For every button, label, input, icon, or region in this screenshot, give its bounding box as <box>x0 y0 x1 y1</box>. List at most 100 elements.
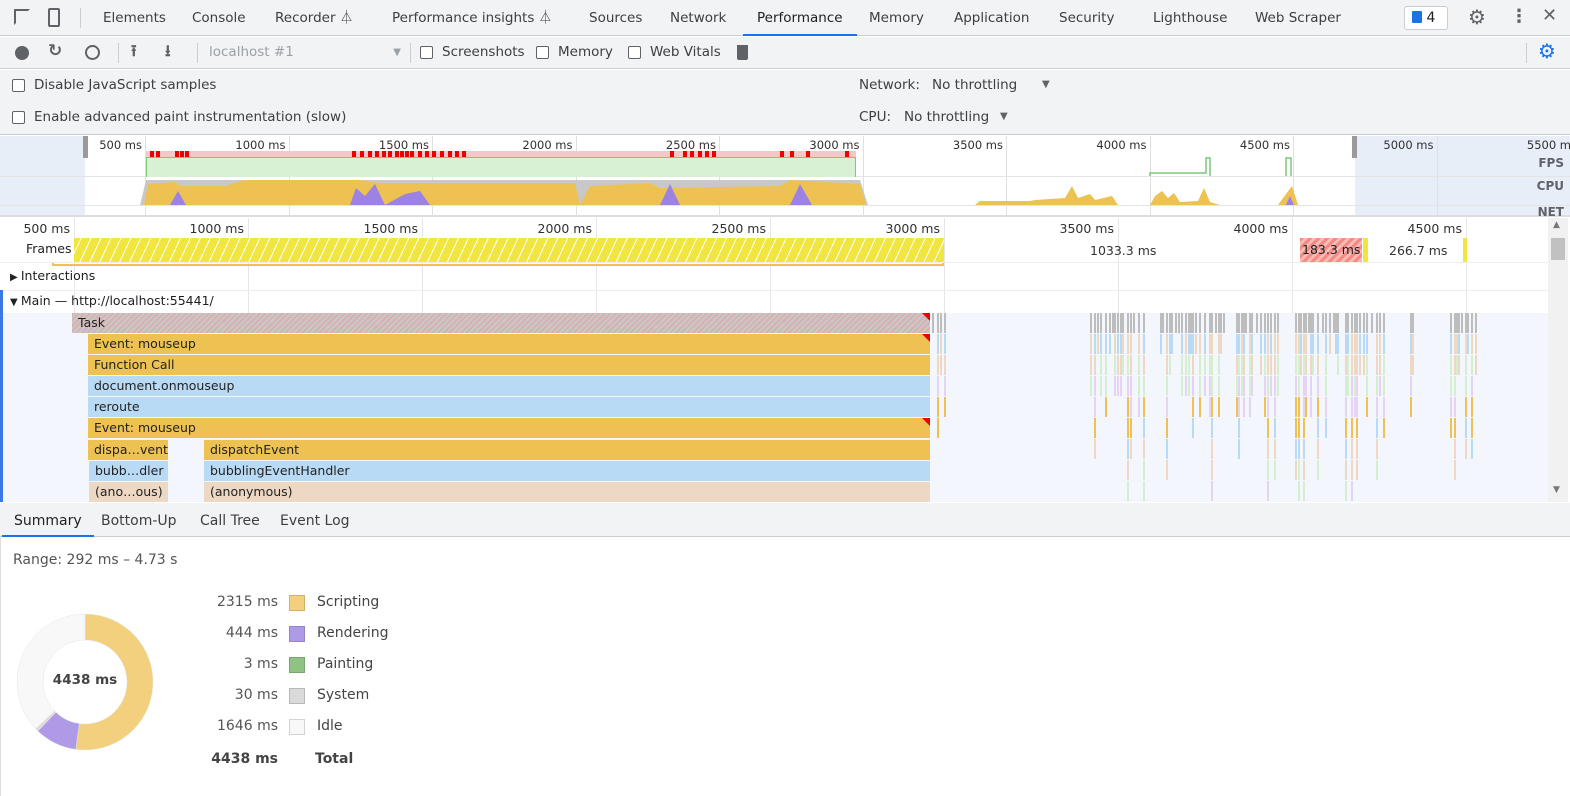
short-task-slice[interactable] <box>940 355 942 375</box>
short-task-slice[interactable] <box>1317 460 1319 480</box>
tab-application[interactable]: Application <box>954 0 1029 36</box>
short-task-slice[interactable] <box>1458 334 1460 354</box>
short-task-slice[interactable] <box>1223 313 1225 333</box>
short-task-slice[interactable] <box>1090 376 1092 396</box>
short-task-slice[interactable] <box>1185 376 1187 396</box>
short-task-slice[interactable] <box>937 397 939 417</box>
tab-recorder[interactable]: Recorder ⏃ <box>275 0 353 36</box>
tab-security[interactable]: Security <box>1059 0 1114 36</box>
short-task-slice[interactable] <box>1127 334 1129 354</box>
short-task-slice[interactable] <box>1245 313 1247 333</box>
short-task-slice[interactable] <box>1298 481 1300 501</box>
short-task-slice[interactable] <box>1090 313 1092 333</box>
short-task-slice[interactable] <box>1270 376 1272 396</box>
short-task-slice[interactable] <box>1143 460 1145 480</box>
short-task-slice[interactable] <box>1310 397 1312 417</box>
flame-chart-scrollbar[interactable]: ▲ ▼ <box>1548 218 1568 502</box>
short-task-slice[interactable] <box>1450 418 1452 438</box>
short-task-slice[interactable] <box>1090 355 1092 375</box>
short-task-slice[interactable] <box>1351 418 1353 438</box>
short-task-slice[interactable] <box>1195 334 1197 354</box>
short-task-slice[interactable] <box>1192 355 1194 375</box>
short-task-slice[interactable] <box>1298 418 1300 438</box>
short-task-slice[interactable] <box>1295 334 1297 354</box>
short-task-slice[interactable] <box>1450 355 1452 375</box>
short-task-slice[interactable] <box>1305 376 1307 396</box>
tab-call-tree[interactable]: Call Tree <box>200 503 260 537</box>
short-task-slice[interactable] <box>1127 439 1129 459</box>
short-task-slice[interactable] <box>1351 313 1353 333</box>
memory-checkbox[interactable] <box>536 46 549 59</box>
short-task-slice[interactable] <box>1097 334 1099 354</box>
short-task-slice[interactable] <box>1458 313 1460 333</box>
short-task-slice[interactable] <box>1363 355 1365 375</box>
short-task-slice[interactable] <box>1383 397 1385 417</box>
short-task-slice[interactable] <box>1274 439 1276 459</box>
short-task-slice[interactable] <box>1303 439 1305 459</box>
short-task-slice[interactable] <box>1160 334 1162 354</box>
short-task-slice[interactable] <box>1303 481 1305 501</box>
interactions-track-header[interactable]: ▶ Interactions <box>10 268 95 283</box>
short-task-slice[interactable] <box>1322 313 1324 333</box>
short-task-slice[interactable] <box>1450 376 1452 396</box>
tab-event-log[interactable]: Event Log <box>280 503 350 537</box>
short-task-slice[interactable] <box>1471 334 1473 354</box>
short-task-slice[interactable] <box>1127 460 1129 480</box>
short-task-slice[interactable] <box>1366 376 1368 396</box>
short-task-slice[interactable] <box>944 313 946 333</box>
short-task-slice[interactable] <box>1094 439 1096 459</box>
short-task-slice[interactable] <box>1471 355 1473 375</box>
short-task-slice[interactable] <box>1345 481 1347 501</box>
cpu-throttling-select[interactable]: No throttling ▼ <box>904 109 1014 125</box>
capture-settings-gear-icon[interactable]: ⚙ <box>1538 39 1556 63</box>
short-task-slice[interactable] <box>1260 313 1262 333</box>
short-task-slice[interactable] <box>1114 355 1116 375</box>
short-task-slice[interactable] <box>1211 481 1213 501</box>
short-task-slice[interactable] <box>1181 355 1183 375</box>
short-task-slice[interactable] <box>1412 313 1414 333</box>
short-task-slice[interactable] <box>1211 313 1213 333</box>
short-task-slice[interactable] <box>1199 355 1201 375</box>
short-task-slice[interactable] <box>1379 355 1381 375</box>
short-task-slice[interactable] <box>1351 481 1353 501</box>
short-task-slice[interactable] <box>1295 355 1297 375</box>
short-task-slice[interactable] <box>1138 355 1140 375</box>
short-task-slice[interactable] <box>944 355 946 375</box>
short-task-slice[interactable] <box>1166 355 1168 375</box>
short-task-slice[interactable] <box>1274 460 1276 480</box>
overview-left-handle[interactable] <box>83 136 88 158</box>
short-task-slice[interactable] <box>1317 355 1319 375</box>
short-task-slice[interactable] <box>1094 397 1096 417</box>
short-task-slice[interactable] <box>1351 376 1353 396</box>
short-task-slice[interactable] <box>1383 355 1385 375</box>
short-task-slice[interactable] <box>1100 355 1102 375</box>
short-task-slice[interactable] <box>1366 313 1368 333</box>
short-task-slice[interactable] <box>1127 397 1129 417</box>
short-task-slice[interactable] <box>1300 334 1302 354</box>
short-task-slice[interactable] <box>1471 376 1473 396</box>
short-task-slice[interactable] <box>1120 376 1122 396</box>
short-task-slice[interactable] <box>1238 397 1240 417</box>
short-task-slice[interactable] <box>1211 418 1213 438</box>
short-task-slice[interactable] <box>1450 397 1452 417</box>
short-task-slice[interactable] <box>1277 376 1279 396</box>
short-task-slice[interactable] <box>1383 376 1385 396</box>
reload-record-icon[interactable]: ↻ <box>48 41 62 61</box>
short-task-slice[interactable] <box>1256 313 1258 333</box>
short-task-slice[interactable] <box>1243 376 1245 396</box>
close-icon[interactable]: ✕ <box>1542 5 1557 26</box>
short-task-slice[interactable] <box>1218 355 1220 375</box>
more-options-icon[interactable]: ⋮ <box>1510 6 1528 27</box>
short-task-slice[interactable] <box>1267 355 1269 375</box>
short-task-slice[interactable] <box>1376 418 1378 438</box>
short-task-slice[interactable] <box>1359 313 1361 333</box>
short-task-slice[interactable] <box>1412 334 1414 354</box>
short-task-slice[interactable] <box>1204 376 1206 396</box>
short-task-slice[interactable] <box>1238 334 1240 354</box>
short-task-slice[interactable] <box>1114 334 1116 354</box>
short-task-slice[interactable] <box>1109 313 1111 333</box>
short-task-slice[interactable] <box>1325 418 1327 438</box>
short-task-slice[interactable] <box>1117 334 1119 354</box>
short-task-slice[interactable] <box>1251 376 1253 396</box>
short-task-slice[interactable] <box>1345 460 1347 480</box>
